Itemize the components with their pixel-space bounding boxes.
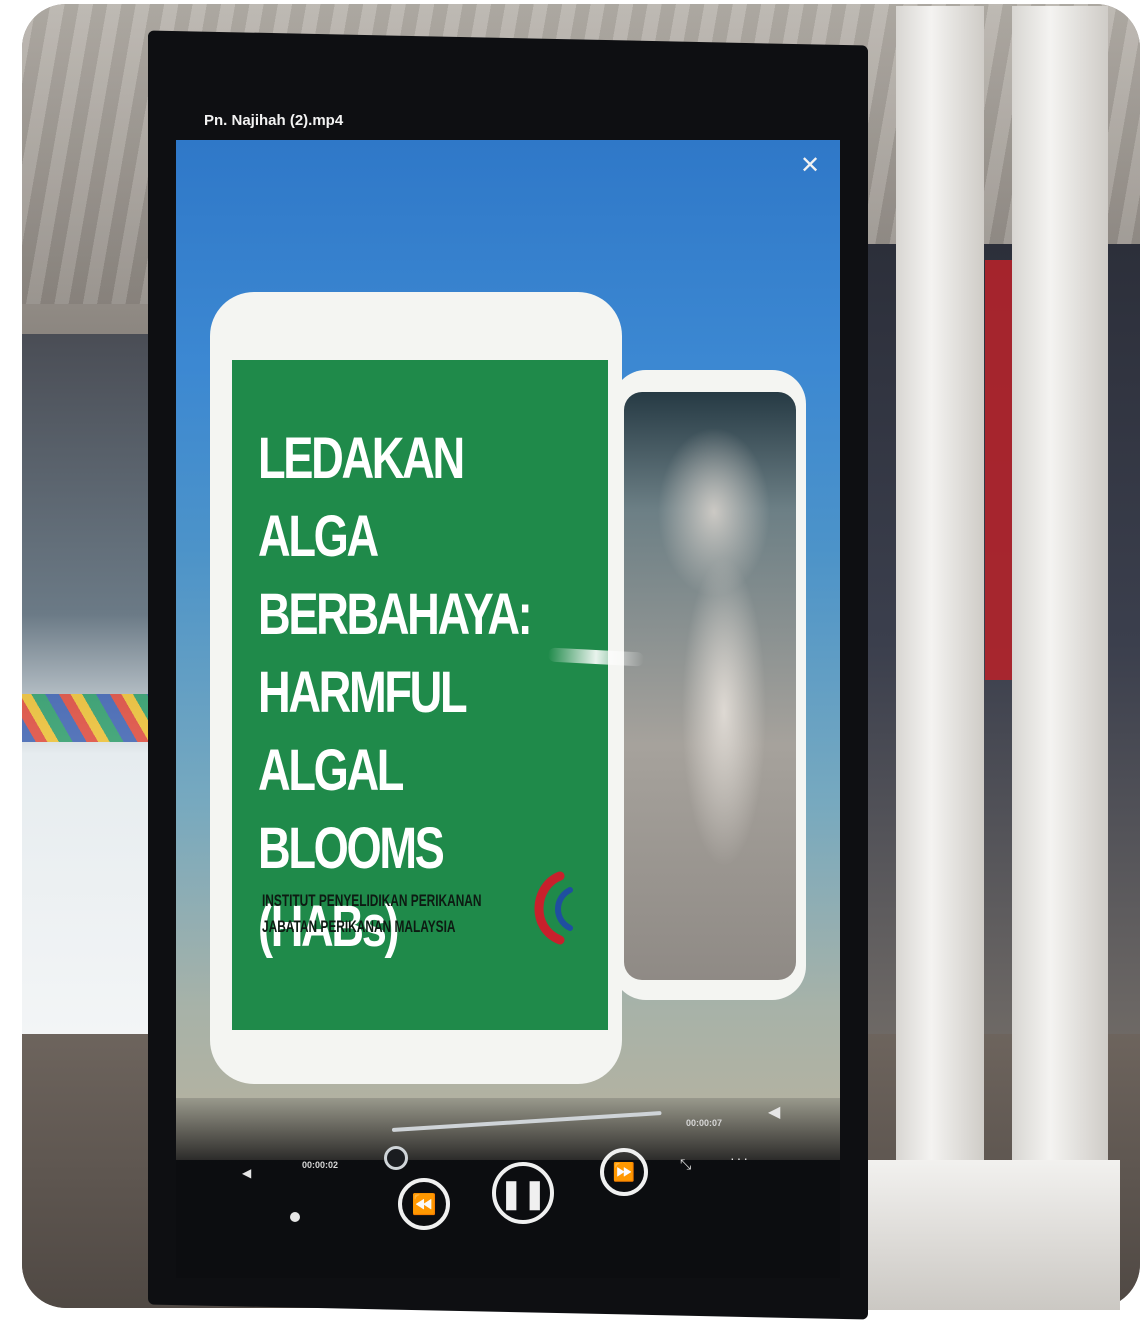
institute-line-2: JABATAN PERIKANAN MALAYSIA (262, 917, 456, 936)
fast-forward-icon: ⏩ (612, 1161, 636, 1182)
pillar-2 (1012, 6, 1108, 1216)
slide-title-line: BERBAHAYA: (258, 582, 533, 647)
slide-title-line: LEDAKAN ALGA (258, 426, 465, 569)
rewind-icon: ⏪ (411, 1193, 437, 1216)
close-icon[interactable]: ✕ (800, 154, 820, 178)
expand-icon[interactable]: ⤡ (680, 1156, 691, 1173)
more-icon[interactable]: ··· (730, 1150, 750, 1166)
institute-logo-icon (534, 871, 573, 945)
volume-icon[interactable]: ◀ (768, 1102, 780, 1122)
time-total: 00:00:07 (686, 1118, 723, 1128)
slide-title-line: HARMFUL ALGAL (258, 660, 467, 803)
seek-thumb[interactable] (384, 1146, 408, 1170)
slide-title: LEDAKAN ALGA BERBAHAYA: HARMFUL ALGAL BL… (258, 420, 533, 966)
algae-photo (624, 392, 796, 980)
pillar-1 (896, 6, 984, 1186)
rewind-button[interactable]: ⏪ (398, 1178, 450, 1230)
volume-icon[interactable]: ◀ (242, 1166, 251, 1180)
video-file-title: Pn. Najihah (2).mp4 (204, 112, 344, 129)
fast-forward-button[interactable]: ⏩ (600, 1148, 648, 1196)
institute-line-1: INSTITUT PENYELIDIKAN PERIKANAN (262, 891, 482, 910)
pause-button[interactable]: ❚❚ (492, 1162, 554, 1224)
institute-text: INSTITUT PENYELIDIKAN PERIKANAN JABATAN … (262, 888, 500, 940)
indicator-dot-icon (290, 1212, 300, 1222)
pause-icon: ❚❚ (499, 1177, 547, 1209)
time-elapsed: 00:00:02 (302, 1160, 339, 1170)
